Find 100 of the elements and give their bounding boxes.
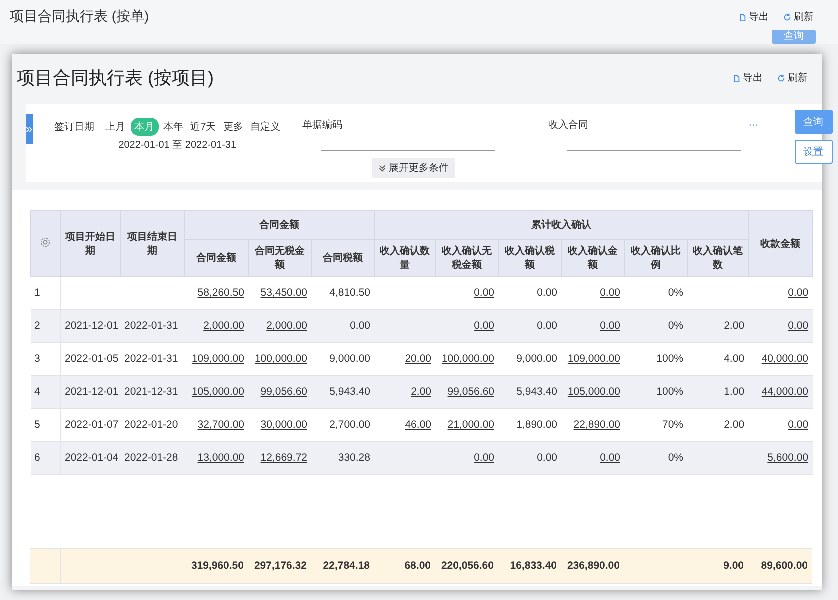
table-cell: 1,890.00	[516, 419, 558, 431]
table-cell: 2021-12-01	[65, 320, 119, 332]
table-cell: 2022-01-04	[65, 452, 119, 464]
amount-link[interactable]: 109,000.00	[568, 353, 620, 365]
settings-icon[interactable]	[40, 236, 51, 248]
table-cell: 2022-01-20	[124, 419, 178, 431]
amount-link[interactable]: 20.00	[405, 353, 432, 365]
table-cell: 9,000.00	[330, 353, 370, 365]
column-header: 合同金额	[184, 240, 248, 276]
table-cell: 3	[34, 353, 40, 365]
table-cell: 9,000.00	[516, 353, 558, 365]
table-cell: 5	[34, 419, 40, 431]
column-header: 项目结束日期	[120, 210, 184, 276]
column-header: 收款金额	[748, 210, 813, 276]
date-option[interactable]: 上月	[104, 119, 128, 135]
amount-link[interactable]: 46.00	[405, 419, 432, 431]
table-cell: 2022-01-28	[124, 452, 178, 464]
table-cell: 4.00	[724, 353, 745, 365]
table-cell: 4,810.50	[330, 287, 370, 299]
date-range: 2022-01-01 至 2022-01-31	[118, 139, 238, 152]
table-cell: 0.00	[350, 320, 370, 332]
column-header: 收入确认数量	[374, 240, 436, 276]
table-cell: 0%	[668, 452, 684, 464]
amount-link[interactable]: 109,000.00	[192, 353, 244, 365]
amount-link[interactable]: 0.00	[474, 287, 494, 299]
column-header: 收入确认无税金额	[436, 240, 498, 276]
total-value: 297,176.32	[254, 560, 307, 572]
refresh-icon	[777, 74, 786, 82]
amount-link[interactable]: 0.00	[788, 287, 809, 299]
amount-link[interactable]: 58,260.50	[198, 287, 244, 299]
export-icon	[732, 74, 741, 82]
column-header: 合同无税金额	[248, 240, 312, 276]
amount-link[interactable]: 0.00	[788, 320, 809, 332]
amount-link[interactable]: 40,000.00	[762, 353, 809, 365]
column-header: 合同税额	[312, 240, 374, 276]
date-option[interactable]: 自定义	[248, 119, 282, 135]
table-cell: 4	[34, 386, 40, 398]
amount-link[interactable]: 21,000.00	[448, 419, 494, 431]
total-value: 220,056.60	[441, 560, 494, 572]
amount-link[interactable]: 2.00	[411, 386, 432, 398]
more-button[interactable]: ···	[748, 120, 759, 130]
refresh-icon	[783, 12, 792, 22]
table-cell: 6	[34, 452, 40, 464]
table-cell: 5,943.40	[516, 386, 558, 398]
double-chevron-icon	[378, 164, 388, 172]
window-title: 项目合同执行表 (按项目)	[17, 67, 214, 90]
amount-link[interactable]: 100,000.00	[254, 353, 308, 365]
total-value: 68.00	[404, 560, 431, 572]
expand-conditions-button[interactable]: 展开更多条件	[372, 158, 456, 178]
export-link[interactable]: 导出	[738, 10, 769, 24]
table-cell: 0%	[668, 287, 684, 299]
date-option[interactable]: 近7天	[188, 119, 218, 135]
export-link[interactable]: 导出	[732, 71, 763, 85]
amount-link[interactable]: 0.00	[474, 320, 494, 332]
table-cell: 2021-12-31	[124, 386, 178, 398]
amount-link[interactable]: 0.00	[600, 320, 620, 332]
total-value: 319,960.50	[191, 560, 244, 572]
amount-link[interactable]: 53,450.00	[260, 287, 308, 299]
table-cell: 0.00	[537, 452, 558, 464]
settings-button[interactable]: 设置	[794, 140, 833, 164]
table-cell: 2021-12-01	[65, 386, 119, 398]
amount-link[interactable]: 0.00	[788, 419, 809, 431]
date-option[interactable]: 更多	[221, 119, 246, 135]
amount-link[interactable]: 0.00	[600, 287, 620, 299]
amount-link[interactable]: 22,890.00	[574, 419, 620, 431]
table-cell: 0.00	[537, 287, 558, 299]
table-cell: 70%	[662, 419, 684, 431]
amount-link[interactable]: 30,000.00	[260, 419, 308, 431]
table-cell: 5,943.40	[330, 386, 370, 398]
column-header: 项目开始日期	[60, 210, 120, 276]
refresh-link[interactable]: 刷新	[783, 10, 814, 24]
amount-link[interactable]: 32,700.00	[198, 419, 244, 431]
column-header: 收入确认比例	[624, 240, 688, 276]
column-header: 收入确认税额	[498, 240, 562, 276]
date-option[interactable]: 本年	[162, 119, 186, 135]
column-group-header: 合同金额	[184, 210, 374, 240]
table-cell: 1.00	[724, 386, 745, 398]
amount-link[interactable]: 0.00	[474, 452, 494, 464]
export-icon	[738, 12, 747, 22]
table-cell: 330.28	[338, 452, 370, 464]
amount-link[interactable]: 100,000.00	[442, 353, 494, 365]
column-group-header: 累计收入确认	[374, 210, 749, 240]
total-value: 89,600.00	[761, 560, 808, 572]
table-cell: 2	[34, 320, 40, 332]
table-cell: 2022-01-31	[124, 353, 178, 365]
window-title: 项目合同执行表 (按单)	[10, 8, 150, 26]
amount-link[interactable]: 0.00	[600, 452, 620, 464]
table-cell: 100%	[656, 353, 684, 365]
table-cell: 2,700.00	[330, 419, 370, 431]
table-cell: 2.00	[724, 320, 745, 332]
column-header: 收入确认笔数	[688, 240, 749, 276]
table-cell: 100%	[656, 386, 684, 398]
field-label: 签订日期	[54, 120, 95, 134]
total-value: 9.00	[724, 560, 744, 572]
table-cell: 2022-01-05	[65, 353, 119, 365]
total-value: 16,833.40	[510, 560, 557, 572]
table-cell: 0.00	[537, 320, 558, 332]
column-header: 收入确认金额	[562, 240, 624, 276]
table-cell: 2.00	[724, 419, 745, 431]
refresh-link[interactable]: 刷新	[777, 71, 808, 85]
